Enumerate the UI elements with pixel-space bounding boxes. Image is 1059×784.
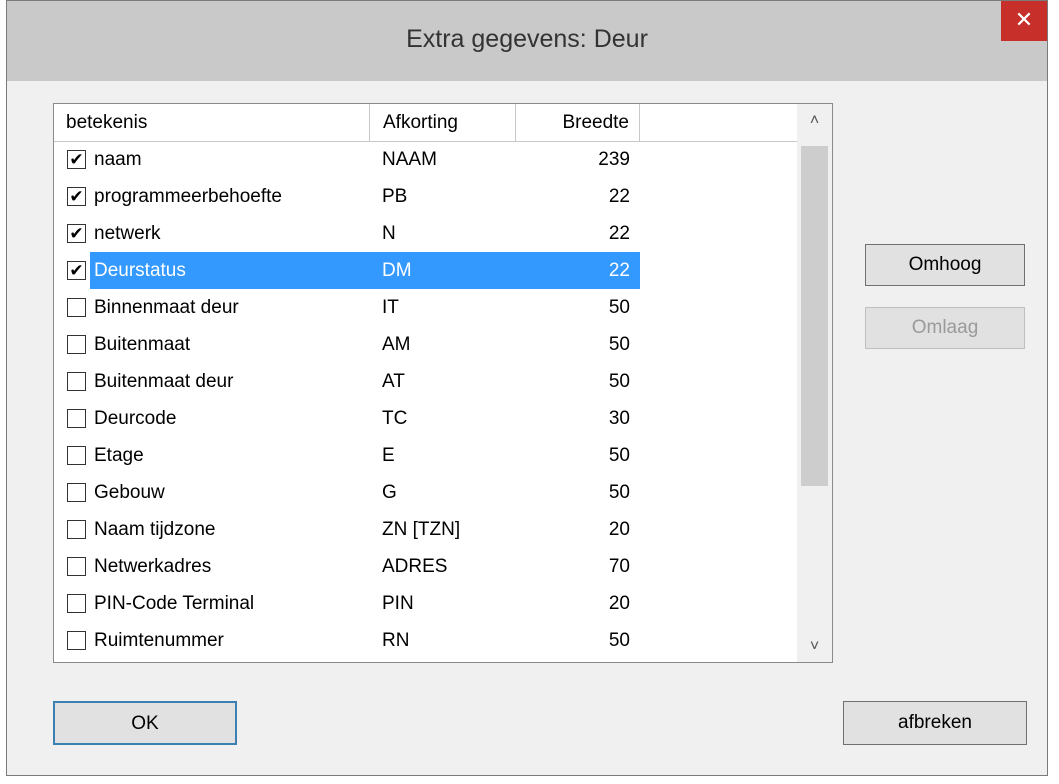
vertical-scrollbar[interactable]: ˄ ˅ bbox=[797, 104, 832, 662]
row-width: 22 bbox=[608, 223, 630, 244]
row-checkbox[interactable] bbox=[67, 557, 86, 576]
table-row[interactable]: ✔ Deurstatus DM 22 bbox=[54, 252, 797, 289]
row-abbreviation: N bbox=[382, 223, 396, 244]
row-abbreviation: E bbox=[382, 445, 395, 466]
row-abbreviation: DM bbox=[370, 252, 516, 289]
row-width: 70 bbox=[608, 556, 630, 577]
table-row[interactable]: Buitenmaat AM 50 bbox=[54, 326, 797, 363]
row-abbreviation: TC bbox=[382, 408, 408, 429]
row-label: netwerk bbox=[94, 223, 161, 244]
table-row[interactable]: Deurcode TC 30 bbox=[54, 400, 797, 437]
row-abbreviation: RN bbox=[382, 630, 410, 651]
scroll-up-icon[interactable]: ˄ bbox=[797, 112, 832, 130]
column-header-afkorting[interactable]: Afkorting bbox=[370, 104, 516, 141]
row-width: 50 bbox=[608, 371, 630, 392]
row-width: 30 bbox=[608, 408, 630, 429]
row-abbreviation: ADRES bbox=[382, 556, 448, 577]
row-label: Deurstatus bbox=[90, 252, 376, 289]
row-label: Serienummer bbox=[94, 659, 364, 662]
row-label: Binnenmaat deur bbox=[94, 297, 239, 318]
row-label: Buitenmaat bbox=[94, 334, 191, 355]
row-label: Etage bbox=[94, 445, 144, 466]
table-row[interactable]: Serienummer SN 80 bbox=[54, 659, 797, 662]
row-abbreviation: ZN [TZN] bbox=[382, 519, 461, 540]
row-width: 50 bbox=[608, 630, 630, 651]
table-row[interactable]: ✔ naam NAAM 239 bbox=[54, 141, 797, 178]
table-row[interactable]: PIN-Code Terminal PIN 20 bbox=[54, 585, 797, 622]
table-row[interactable]: Netwerkadres ADRES 70 bbox=[54, 548, 797, 585]
row-checkbox[interactable]: ✔ bbox=[67, 224, 86, 243]
row-label: Gebouw bbox=[94, 482, 165, 503]
row-checkbox[interactable] bbox=[67, 298, 86, 317]
move-up-button[interactable]: Omhoog bbox=[865, 244, 1025, 286]
row-label: PIN-Code Terminal bbox=[94, 593, 255, 614]
row-width: 239 bbox=[598, 149, 630, 170]
row-checkbox[interactable] bbox=[67, 409, 86, 428]
column-header-breedte[interactable]: Breedte bbox=[516, 104, 640, 141]
table-row[interactable]: Ruimtenummer RN 50 bbox=[54, 622, 797, 659]
list-header: betekenis Afkorting Breedte bbox=[54, 104, 797, 142]
row-checkbox[interactable] bbox=[67, 446, 86, 465]
row-checkbox[interactable]: ✔ bbox=[67, 150, 86, 169]
row-checkbox[interactable]: ✔ bbox=[67, 187, 86, 206]
table-row[interactable]: Naam tijdzone ZN [TZN] 20 bbox=[54, 511, 797, 548]
row-checkbox[interactable] bbox=[67, 594, 86, 613]
scroll-down-icon[interactable]: ˅ bbox=[797, 638, 832, 656]
ok-button[interactable]: OK bbox=[53, 701, 237, 745]
column-header-betekenis[interactable]: betekenis bbox=[54, 104, 370, 141]
row-abbreviation: G bbox=[382, 482, 397, 503]
row-width: 22 bbox=[608, 186, 630, 207]
table-row[interactable]: Binnenmaat deur IT 50 bbox=[54, 289, 797, 326]
list-rows: ✔ naam NAAM 239 ✔ programmeerbehoefte PB 22 ✔ net… bbox=[54, 141, 797, 662]
dialog-content: betekenis Afkorting Breedte ✔ naam NAAM 239… bbox=[7, 81, 1047, 775]
row-abbreviation: AT bbox=[382, 371, 405, 392]
row-label: Buitenmaat deur bbox=[94, 371, 234, 392]
title-bar: Extra gegevens: Deur ✕ bbox=[7, 1, 1047, 81]
row-checkbox[interactable] bbox=[67, 631, 86, 650]
row-label: naam bbox=[94, 149, 142, 170]
dialog-window: Extra gegevens: Deur ✕ betekenis Afkorti… bbox=[6, 0, 1048, 776]
row-checkbox[interactable] bbox=[67, 520, 86, 539]
row-width: 80 bbox=[516, 659, 630, 662]
row-width: 20 bbox=[608, 593, 630, 614]
row-abbreviation: NAAM bbox=[382, 149, 437, 170]
row-abbreviation: AM bbox=[382, 334, 411, 355]
scroll-thumb[interactable] bbox=[801, 146, 828, 486]
close-button[interactable]: ✕ bbox=[1001, 1, 1047, 41]
table-row[interactable]: Gebouw G 50 bbox=[54, 474, 797, 511]
row-label: programmeerbehoefte bbox=[94, 186, 282, 207]
row-abbreviation: PB bbox=[382, 186, 408, 207]
row-label: Netwerkadres bbox=[94, 556, 212, 577]
field-list[interactable]: betekenis Afkorting Breedte ✔ naam NAAM 239… bbox=[53, 103, 833, 663]
row-width: 50 bbox=[608, 445, 630, 466]
row-label: Deurcode bbox=[94, 408, 177, 429]
column-header-empty bbox=[640, 104, 797, 141]
row-label: Naam tijdzone bbox=[94, 519, 216, 540]
table-row[interactable]: Buitenmaat deur AT 50 bbox=[54, 363, 797, 400]
row-width: 50 bbox=[608, 482, 630, 503]
move-down-button[interactable]: Omlaag bbox=[865, 307, 1025, 349]
table-row[interactable]: ✔ programmeerbehoefte PB 22 bbox=[54, 178, 797, 215]
row-abbreviation: PIN bbox=[382, 593, 414, 614]
row-abbreviation: SN bbox=[382, 659, 512, 662]
cancel-button[interactable]: afbreken bbox=[843, 701, 1027, 745]
row-width: 20 bbox=[608, 519, 630, 540]
row-abbreviation: IT bbox=[382, 297, 399, 318]
row-width: 50 bbox=[608, 334, 630, 355]
row-checkbox[interactable]: ✔ bbox=[67, 261, 86, 280]
row-label: Ruimtenummer bbox=[94, 630, 224, 651]
row-checkbox[interactable] bbox=[67, 483, 86, 502]
table-row[interactable]: ✔ netwerk N 22 bbox=[54, 215, 797, 252]
row-checkbox[interactable] bbox=[67, 335, 86, 354]
row-checkbox[interactable] bbox=[67, 372, 86, 391]
row-width: 50 bbox=[608, 297, 630, 318]
dialog-title: Extra gegevens: Deur bbox=[406, 25, 648, 53]
table-row[interactable]: Etage E 50 bbox=[54, 437, 797, 474]
row-width: 22 bbox=[516, 252, 640, 289]
